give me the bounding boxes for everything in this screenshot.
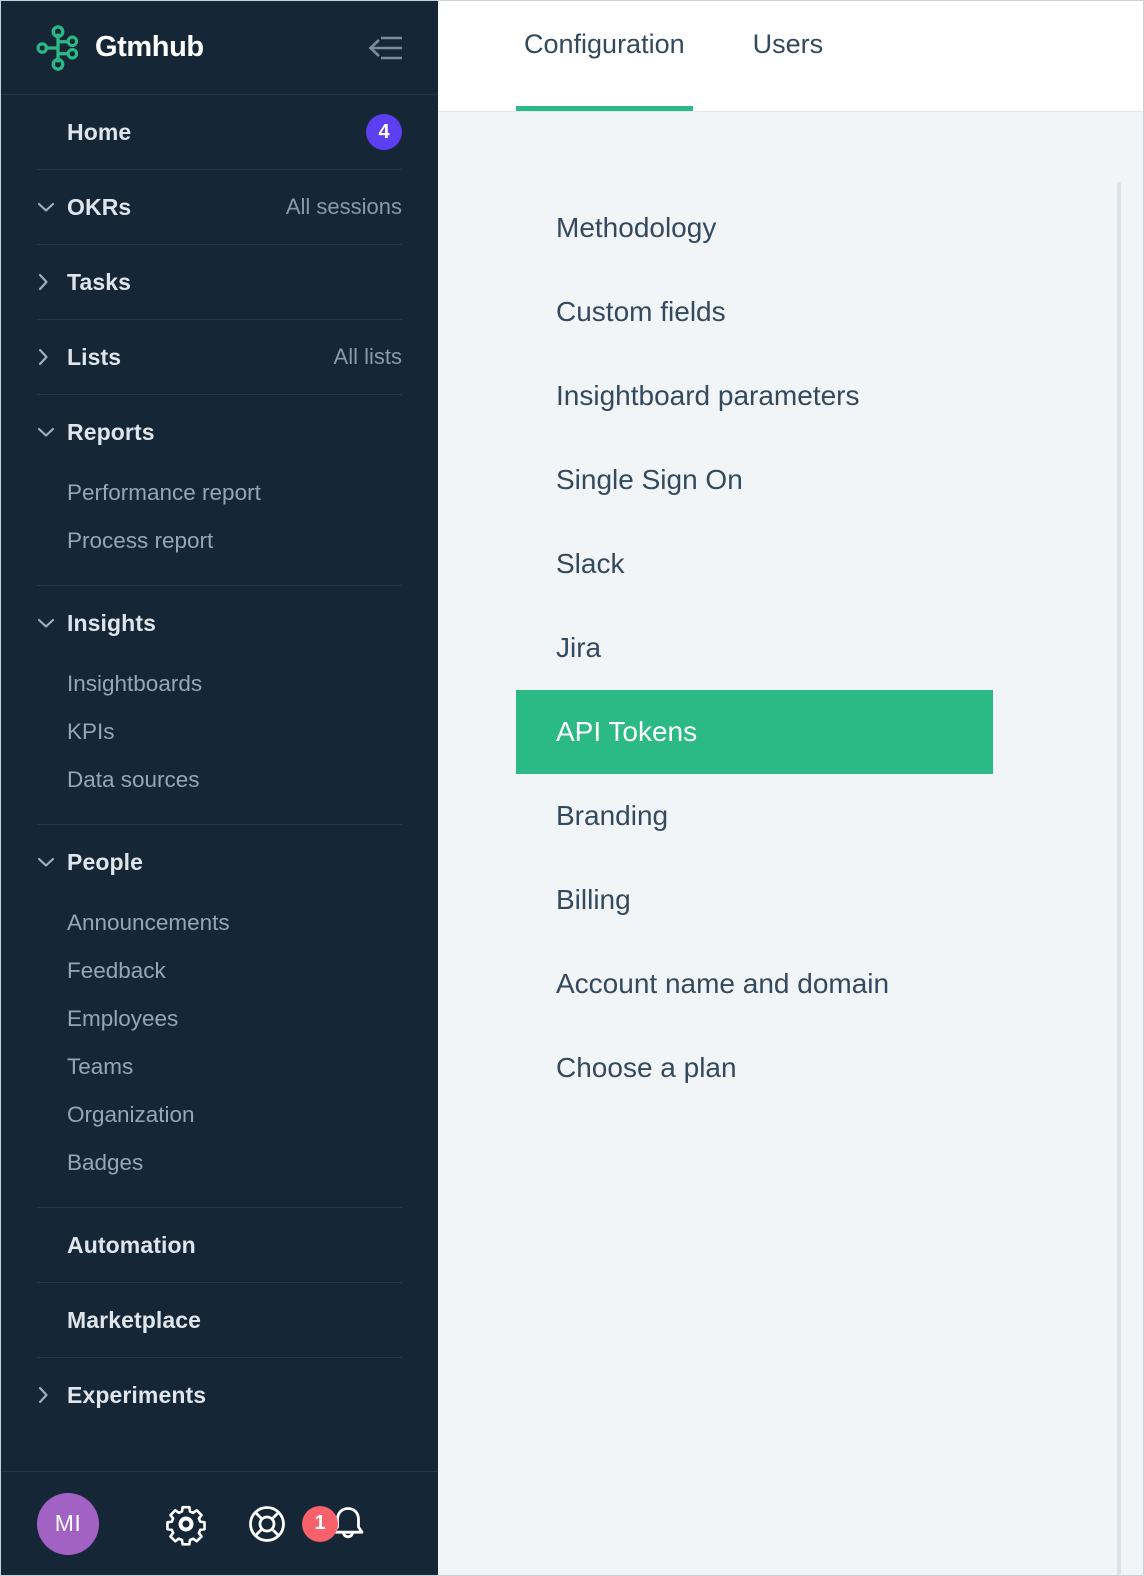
sidebar-group-automation: Automation [37,1208,402,1283]
configuration-list: Methodology Custom fields Insightboard par… [438,186,1143,1110]
config-item-custom-fields[interactable]: Custom fields [516,270,993,354]
config-item-insightboard-parameters[interactable]: Insightboard parameters [516,354,993,438]
sidebar-subitem-kpis[interactable]: KPIs [37,708,402,756]
tab-label: Users [752,29,824,59]
config-item-single-sign-on[interactable]: Single Sign On [516,438,993,522]
sidebar-subitems: Insightboards KPIs Data sources [37,660,402,824]
chevron-down-icon[interactable] [37,426,67,438]
sidebar-subitem-teams[interactable]: Teams [37,1043,402,1091]
gtmhub-node-logo-icon [35,24,81,71]
sidebar-subitems: Performance report Process report [37,469,402,585]
sidebar-group-okrs: OKRs All sessions [37,170,402,245]
chevron-down-icon[interactable] [37,856,67,868]
sidebar-item-marketplace[interactable]: Marketplace [37,1283,402,1357]
tab-bar: Configuration Users [438,1,1143,112]
tab-label: Configuration [524,29,685,59]
sidebar-footer: MI 1 [1,1471,438,1575]
status-badge: 4 [366,114,402,150]
chevron-down-icon[interactable] [37,201,67,213]
sidebar-group-home: Home 4 [37,95,402,170]
chevron-down-icon[interactable] [37,617,67,629]
app-window: Gtmhub Home 4 OKRs All sessions Tasks Lists Al… [0,0,1144,1576]
sidebar-item-label: Tasks [67,268,132,295]
sidebar-group-lists: Lists All lists [37,320,402,395]
sidebar-item-aside-link[interactable]: All lists [334,344,402,370]
tab-active-underline [745,106,832,111]
gear-icon[interactable] [164,1502,208,1546]
vertical-scrollbar[interactable] [1117,182,1121,1575]
sidebar-group-people: People Announcements Feedback Employees Team… [37,825,402,1208]
tab-active-underline [516,106,693,111]
sidebar-subitem-organization[interactable]: Organization [37,1091,402,1139]
collapse-sidebar-icon[interactable] [364,31,406,65]
chevron-right-icon[interactable] [37,273,67,291]
sidebar-item-label: Experiments [67,1381,207,1408]
sidebar-item-label: People [67,848,144,875]
config-item-account-name-and-domain[interactable]: Account name and domain [516,942,993,1026]
life-ring-icon[interactable] [245,1502,289,1546]
sidebar-item-label: Lists [67,343,122,370]
chevron-right-icon[interactable] [37,348,67,366]
sidebar-group-tasks: Tasks [37,245,402,320]
sidebar-group-insights: Insights Insightboards KPIs Data sources [37,586,402,825]
sidebar-item-label: Insights [67,609,156,636]
sidebar-subitem-process-report[interactable]: Process report [37,517,402,565]
config-item-billing[interactable]: Billing [516,858,993,942]
sidebar-subitem-performance-report[interactable]: Performance report [37,469,402,517]
sidebar-item-lists[interactable]: Lists All lists [37,320,402,394]
sidebar-item-label: Home [67,118,132,145]
config-item-branding[interactable]: Branding [516,774,993,858]
sidebar-subitem-badges[interactable]: Badges [37,1139,402,1187]
sidebar-subitem-feedback[interactable]: Feedback [37,947,402,995]
sidebar-item-label: Automation [67,1231,196,1258]
sidebar-subitem-announcements[interactable]: Announcements [37,899,402,947]
configuration-panel: Methodology Custom fields Insightboard par… [438,112,1143,1575]
notification-count-badge: 1 [302,1505,338,1542]
sidebar-item-label: OKRs [67,193,132,220]
sidebar-item-people[interactable]: People [37,825,402,899]
config-item-slack[interactable]: Slack [516,522,993,606]
sidebar-item-label: Reports [67,418,155,445]
sidebar-item-experiments[interactable]: Experiments [37,1358,402,1432]
bell-icon[interactable]: 1 [302,1502,370,1546]
tab-configuration[interactable]: Configuration [516,1,693,111]
sidebar-header: Gtmhub [1,1,438,95]
sidebar-item-home[interactable]: Home 4 [37,95,402,169]
sidebar-item-automation[interactable]: Automation [37,1208,402,1282]
sidebar-subitem-insightboards[interactable]: Insightboards [37,660,402,708]
sidebar-group-reports: Reports Performance report Process report [37,395,402,586]
config-item-choose-a-plan[interactable]: Choose a plan [516,1026,993,1110]
brand-name: Gtmhub [95,31,204,63]
config-item-api-tokens[interactable]: API Tokens [516,690,993,774]
chevron-right-icon[interactable] [37,1386,67,1404]
footer-icon-group: 1 [164,1502,402,1546]
sidebar-item-tasks[interactable]: Tasks [37,245,402,319]
config-item-methodology[interactable]: Methodology [516,186,993,270]
sidebar: Gtmhub Home 4 OKRs All sessions Tasks Lists Al… [1,1,438,1575]
config-item-jira[interactable]: Jira [516,606,993,690]
sidebar-subitem-data-sources[interactable]: Data sources [37,756,402,804]
sidebar-item-insights[interactable]: Insights [37,586,402,660]
sidebar-subitems: Announcements Feedback Employees Teams Organ… [37,899,402,1207]
sidebar-subitem-employees[interactable]: Employees [37,995,402,1043]
sidebar-group-experiments: Experiments [37,1358,402,1432]
sidebar-nav: Home 4 OKRs All sessions Tasks Lists All lists… [1,95,438,1471]
main-content: Configuration Users Methodology Custom fie… [438,1,1143,1575]
sidebar-item-label: Marketplace [67,1306,202,1333]
avatar[interactable]: MI [37,1492,99,1555]
tab-users[interactable]: Users [745,1,832,111]
sidebar-group-marketplace: Marketplace [37,1283,402,1358]
sidebar-item-reports[interactable]: Reports [37,395,402,469]
sidebar-item-okrs[interactable]: OKRs All sessions [37,170,402,244]
brand[interactable]: Gtmhub [35,24,364,71]
sidebar-item-aside-link[interactable]: All sessions [286,194,402,220]
